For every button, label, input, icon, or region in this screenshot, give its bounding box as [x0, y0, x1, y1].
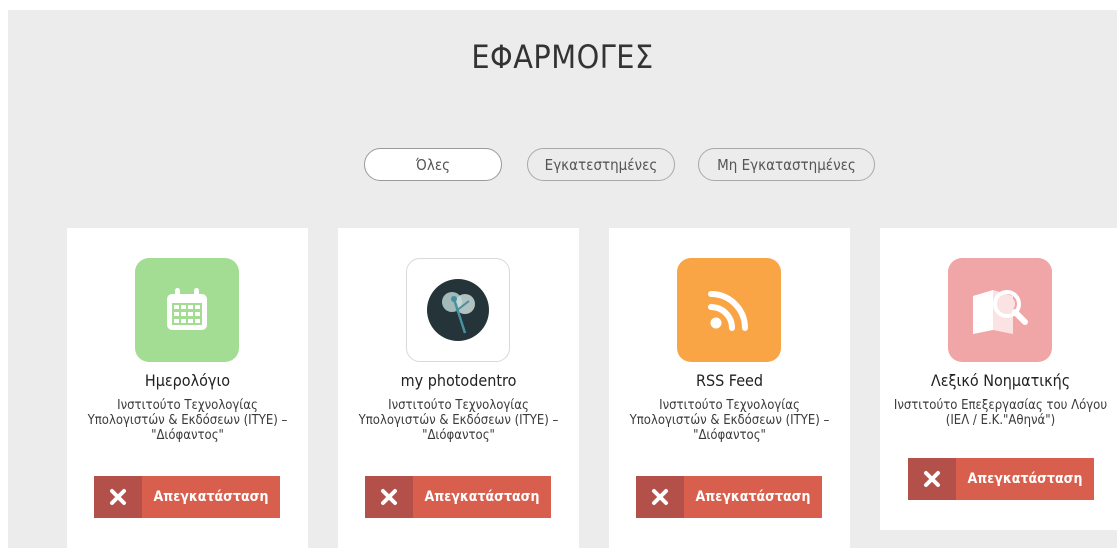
uninstall-label: Απεγκατάσταση: [153, 489, 269, 505]
app-card-rss-feed: RSS Feed Ινστιτούτο Τεχνολογίας Υπολογισ…: [609, 228, 850, 548]
app-card-calendar: Ημερολόγιο Ινστιτούτο Τεχνολογίας Υπολογ…: [67, 228, 308, 548]
app-name: my photodentro: [400, 371, 517, 390]
app-card-sign-dictionary: Λεξικό Νοηματικής Ινστιτούτο Επεξεργασία…: [880, 228, 1117, 530]
filter-all-button[interactable]: Όλες: [364, 148, 502, 181]
uninstall-button[interactable]: Απεγκατάσταση: [94, 476, 280, 518]
book-magnifier-icon: [948, 258, 1052, 362]
close-icon: [636, 476, 684, 518]
page-title: ΕΦΑΡΜΟΓΕΣ: [471, 38, 654, 76]
calendar-icon: [135, 258, 239, 362]
filter-not-installed-button[interactable]: Μη Εγκαταστημένες: [698, 148, 875, 181]
app-vendor: Ινστιτούτο Τεχνολογίας Υπολογιστών & Εκδ…: [629, 398, 830, 443]
close-icon: [365, 476, 413, 518]
close-icon: [94, 476, 142, 518]
dandelion-icon: [406, 258, 510, 362]
uninstall-label: Απεγκατάσταση: [967, 471, 1083, 487]
uninstall-label: Απεγκατάσταση: [695, 489, 811, 505]
filter-installed-button[interactable]: Εγκατεστημένες: [527, 148, 675, 181]
app-name: Ημερολόγιο: [144, 371, 231, 390]
app-vendor: Ινστιτούτο Τεχνολογίας Υπολογιστών & Εκδ…: [87, 398, 288, 443]
rss-icon: [677, 258, 781, 362]
app-vendor: Ινστιτούτο Τεχνολογίας Υπολογιστών & Εκδ…: [358, 398, 559, 443]
app-vendor: Ινστιτούτο Επεξεργασίας του Λόγου (ΙΕΛ /…: [893, 398, 1108, 428]
uninstall-button[interactable]: Απεγκατάσταση: [636, 476, 822, 518]
app-card-photodentro: my photodentro Ινστιτούτο Τεχνολογίας Υπ…: [338, 228, 579, 548]
apps-panel: ΕΦΑΡΜΟΓΕΣ Όλες Εγκατεστημένες Μη Εγκατασ…: [8, 10, 1117, 548]
uninstall-button[interactable]: Απεγκατάσταση: [908, 458, 1094, 500]
uninstall-label: Απεγκατάσταση: [424, 489, 540, 505]
app-name: RSS Feed: [695, 371, 764, 390]
uninstall-button[interactable]: Απεγκατάσταση: [365, 476, 551, 518]
app-name: Λεξικό Νοηματικής: [930, 371, 1071, 390]
close-icon: [908, 458, 956, 500]
